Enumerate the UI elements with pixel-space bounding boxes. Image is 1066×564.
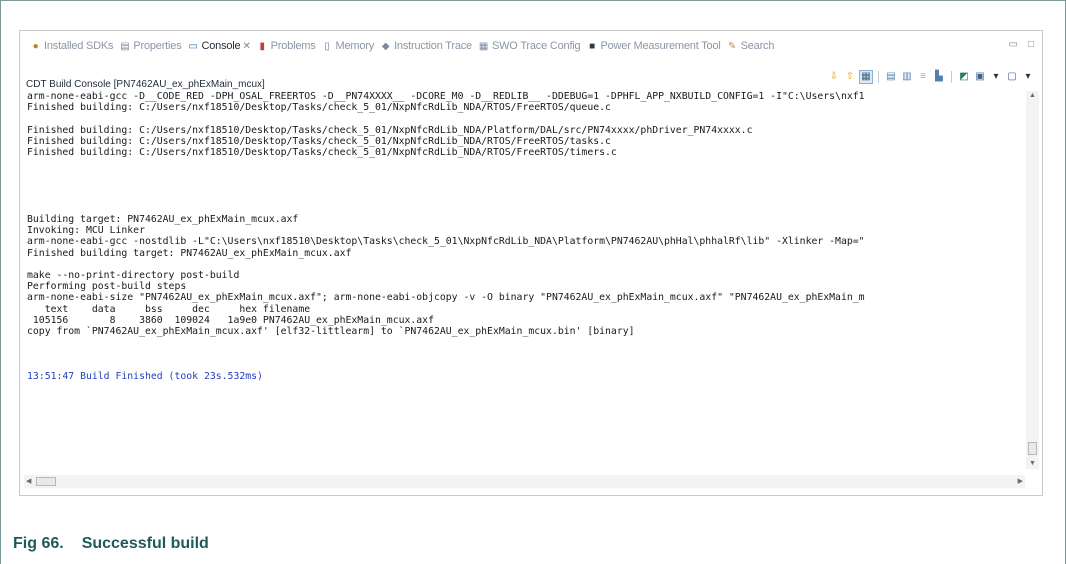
console-line: Finished building: C:/Users/nxf18510/Des… xyxy=(27,124,753,136)
scroll-up-arrow-icon[interactable]: ▲ xyxy=(1026,91,1039,101)
tab-label: Problems xyxy=(270,40,316,52)
console-view: ● Installed SDKs ▤ Properties ▭ Console ✕ ▮ Prob… xyxy=(19,30,1043,496)
console-line: arm-none-eabi-size "PN7462AU_ex_phExMain… xyxy=(27,292,865,304)
console-toolbar: ⇩ ⇧ ▦ ▤ ▥ ≡ ▙ ◩ ▣ ▾ ▢ ▾ xyxy=(828,70,1034,84)
console-line: Finished building target: PN7462AU_ex_ph… xyxy=(27,247,352,259)
new-console-icon[interactable]: ▢ xyxy=(1006,71,1018,83)
console-line: copy from `PN7462AU_ex_phExMain_mcux.axf… xyxy=(27,325,635,337)
tab-label: Search xyxy=(740,40,775,52)
scroll-down-arrow-icon[interactable]: ▼ xyxy=(1026,459,1039,469)
view-menu-icon[interactable]: ▾ xyxy=(1022,71,1034,83)
toolbar-separator xyxy=(878,71,879,83)
tab-console[interactable]: ▭ Console ✕ xyxy=(188,40,250,52)
tab-memory[interactable]: ▯ Memory xyxy=(322,40,375,52)
sdk-icon: ● xyxy=(32,40,39,52)
scroll-left-arrow-icon[interactable]: ◀ xyxy=(26,475,31,488)
console-line: 105156 8 3860 109024 1a9e0 PN7462AU_ex_p… xyxy=(27,314,434,326)
tab-instruction-trace[interactable]: ◆ Instruction Trace xyxy=(380,40,472,52)
tab-label: SWO Trace Config xyxy=(491,40,581,52)
console-line: Building target: PN7462AU_ex_phExMain_mc… xyxy=(27,214,299,226)
display-console-icon[interactable]: ◩ xyxy=(958,71,970,83)
vertical-scroll-thumb[interactable] xyxy=(1028,442,1037,455)
window-controls: ▭ □ xyxy=(1009,39,1035,50)
scroll-up-icon[interactable]: ⇧ xyxy=(844,71,856,83)
view-tab-bar: ● Installed SDKs ▤ Properties ▭ Console ✕ ▮ Prob… xyxy=(20,31,1042,65)
console-line: Finished building: C:/Users/nxf18510/Des… xyxy=(27,102,611,114)
show-console-icon[interactable]: ≡ xyxy=(917,71,929,83)
view-tabs: ● Installed SDKs ▤ Properties ▭ Console ✕ ▮ Prob… xyxy=(30,40,780,52)
scroll-down-icon[interactable]: ⇩ xyxy=(828,71,840,83)
word-wrap-icon[interactable]: ▥ xyxy=(901,71,913,83)
power-icon: ■ xyxy=(589,40,595,52)
tab-label: Properties xyxy=(133,40,182,52)
tab-label: Installed SDKs xyxy=(44,40,114,52)
console-line: Performing post-build steps xyxy=(27,281,187,293)
scroll-right-arrow-icon[interactable]: ▶ xyxy=(1018,475,1023,488)
tab-label: Console xyxy=(201,40,241,52)
scroll-lock-icon[interactable]: ▦ xyxy=(859,70,873,84)
swo-icon: ▦ xyxy=(478,40,489,52)
tab-swo-trace-config[interactable]: ▦ SWO Trace Config xyxy=(478,40,581,52)
console-line: make --no-print-directory post-build xyxy=(27,270,240,281)
pin-console-icon[interactable]: ▙ xyxy=(933,71,945,83)
properties-icon: ▤ xyxy=(120,40,130,52)
console-title: CDT Build Console [PN7462AU_ex_phExMain_… xyxy=(26,79,265,90)
tab-label: Power Measurement Tool xyxy=(600,40,721,52)
memory-icon: ▯ xyxy=(324,40,330,52)
search-icon: ✎ xyxy=(728,40,737,52)
clear-console-icon[interactable]: ▤ xyxy=(885,71,897,83)
console-output[interactable]: arm-none-eabi-gcc -D__CODE_RED -DPH_OSAL… xyxy=(24,91,1025,469)
problems-icon: ▮ xyxy=(259,40,266,52)
console-line: Invoking: MCU Linker xyxy=(27,225,145,237)
tab-search[interactable]: ✎ Search xyxy=(727,40,775,52)
console-line: text data bss dec hex filename xyxy=(27,303,311,315)
console-line: 13:51:47 Build Finished (took 23s.532ms) xyxy=(27,370,263,382)
console-line: Finished building: C:/Users/nxf18510/Des… xyxy=(27,146,617,158)
tab-installed-sdks[interactable]: ● Installed SDKs xyxy=(30,40,114,52)
console-line: arm-none-eabi-gcc -D__CODE_RED -DPH_OSAL… xyxy=(27,91,865,102)
trace-icon: ◆ xyxy=(381,40,390,52)
console-line: arm-none-eabi-gcc -nostdlib -L"C:\Users\… xyxy=(27,236,865,248)
console-line: Finished building: C:/Users/nxf18510/Des… xyxy=(27,135,611,147)
minimize-icon[interactable]: ▭ xyxy=(1009,39,1018,50)
tab-properties[interactable]: ▤ Properties xyxy=(119,40,181,52)
figure-caption: Fig 66. Successful build xyxy=(13,535,209,553)
vertical-scrollbar[interactable]: ▲ ▼ xyxy=(1026,91,1039,469)
open-console-icon[interactable]: ▣ xyxy=(974,71,986,83)
tab-label: Instruction Trace xyxy=(394,40,472,52)
horizontal-scroll-thumb[interactable] xyxy=(36,477,56,486)
console-text: arm-none-eabi-gcc -D__CODE_RED -DPH_OSAL… xyxy=(24,91,1025,382)
horizontal-scrollbar[interactable]: ◀ ▶ xyxy=(24,475,1025,488)
figure-number: Fig 66. xyxy=(13,535,64,552)
toolbar-separator xyxy=(951,71,952,83)
tab-problems[interactable]: ▮ Problems xyxy=(257,40,316,52)
tab-label: Memory xyxy=(335,40,375,52)
close-icon[interactable]: ✕ xyxy=(242,41,250,52)
tab-power-measurement-tool[interactable]: ■ Power Measurement Tool xyxy=(586,40,721,52)
chevron-down-icon[interactable]: ▾ xyxy=(990,71,1002,83)
console-icon: ▭ xyxy=(188,40,198,52)
maximize-icon[interactable]: □ xyxy=(1028,39,1034,50)
figure-title: Successful build xyxy=(81,535,209,552)
